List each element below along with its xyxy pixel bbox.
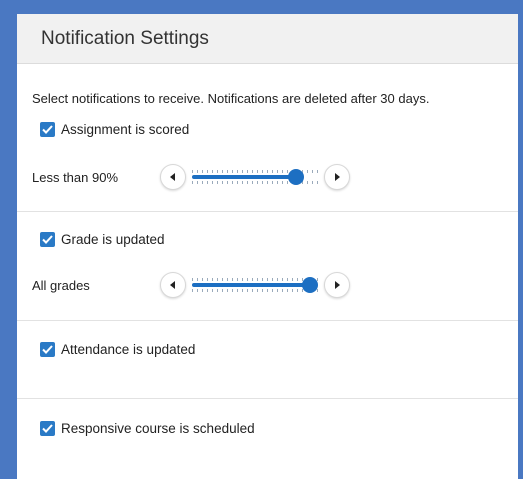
grade-slider-row: All grades: [32, 272, 350, 298]
notification-settings-panel: Notification Settings Select notificatio…: [17, 14, 518, 479]
section-divider: [17, 211, 518, 212]
slider-thumb[interactable]: [302, 277, 318, 293]
attendance-updated-checkbox-row[interactable]: Attendance is updated: [40, 342, 195, 357]
checkbox-label: Grade is updated: [61, 232, 165, 247]
arrow-right-icon: [335, 281, 340, 289]
section-divider: [17, 320, 518, 321]
assignment-scored-checkbox-row[interactable]: Assignment is scored: [40, 122, 189, 137]
slider-label: Less than 90%: [32, 169, 119, 185]
arrow-right-icon: [335, 173, 340, 181]
section-divider: [17, 398, 518, 399]
threshold-slider[interactable]: [192, 165, 318, 189]
check-icon[interactable]: [40, 122, 55, 137]
checkbox-label: Assignment is scored: [61, 122, 190, 137]
increase-button[interactable]: [324, 164, 350, 190]
increase-button[interactable]: [324, 272, 350, 298]
checkbox-label: Responsive course is scheduled: [61, 421, 255, 436]
check-icon[interactable]: [40, 421, 55, 436]
arrow-left-icon: [170, 281, 175, 289]
grade-slider[interactable]: [192, 273, 318, 297]
assignment-threshold-slider-row: Less than 90%: [32, 164, 350, 190]
intro-text: Select notifications to receive. Notific…: [32, 91, 430, 106]
decrease-button[interactable]: [160, 272, 186, 298]
grade-updated-checkbox-row[interactable]: Grade is updated: [40, 232, 165, 247]
slider-thumb[interactable]: [288, 169, 304, 185]
check-icon[interactable]: [40, 232, 55, 247]
check-icon[interactable]: [40, 342, 55, 357]
checkbox-label: Attendance is updated: [61, 342, 196, 357]
page-title: Notification Settings: [41, 27, 209, 49]
decrease-button[interactable]: [160, 164, 186, 190]
slider-fill: [192, 175, 296, 179]
arrow-left-icon: [170, 173, 175, 181]
slider-fill: [192, 283, 310, 287]
responsive-course-checkbox-row[interactable]: Responsive course is scheduled: [40, 421, 255, 436]
panel-header: Notification Settings: [17, 14, 518, 64]
slider-label: All grades: [32, 277, 90, 293]
